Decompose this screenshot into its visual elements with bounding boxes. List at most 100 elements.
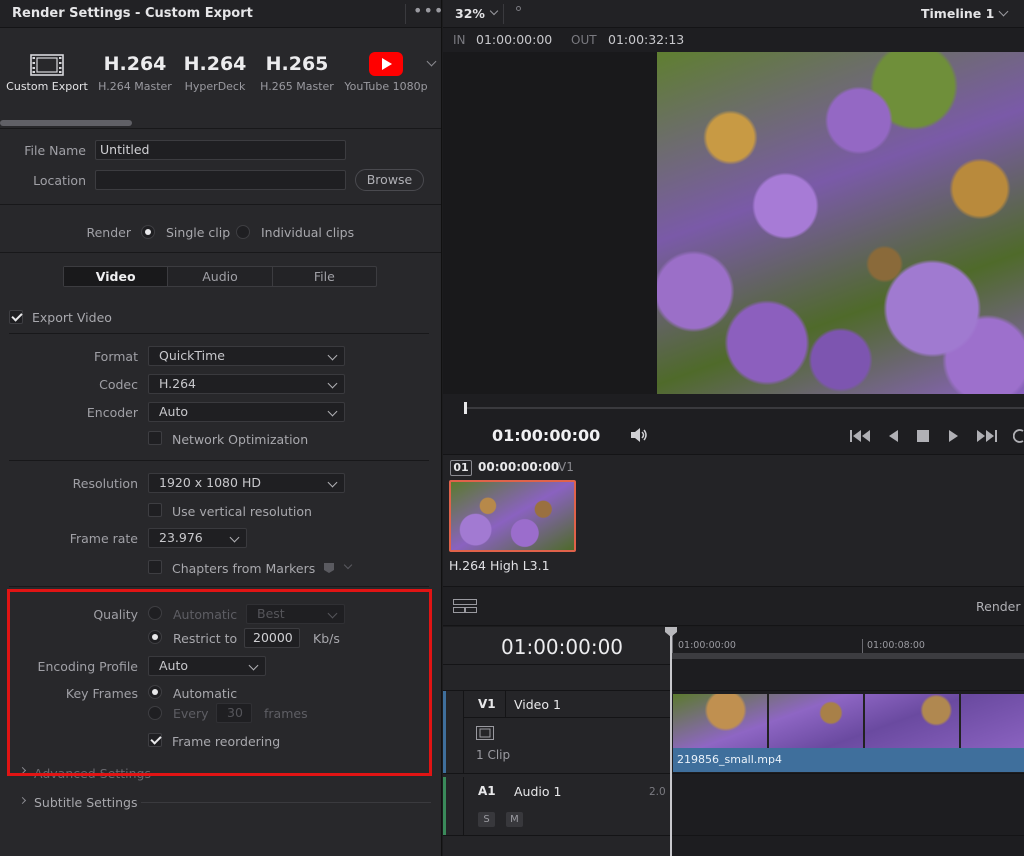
presets-more-chevron-icon[interactable] <box>426 56 437 67</box>
clip-thumbnail[interactable] <box>449 480 576 552</box>
chevron-right-icon[interactable] <box>18 796 27 805</box>
resolution-select[interactable]: 1920 x 1080 HD <box>148 473 345 493</box>
divider <box>672 690 1024 691</box>
chevron-down-icon[interactable] <box>489 6 499 16</box>
divider <box>505 691 506 717</box>
divider <box>464 717 671 718</box>
encoder-select[interactable]: Auto <box>148 402 345 422</box>
in-label: IN <box>453 33 466 47</box>
divider <box>463 691 464 773</box>
play-reverse-icon[interactable] <box>887 429 899 447</box>
chevron-down-icon <box>327 406 338 417</box>
tab-file[interactable]: File <box>273 267 376 286</box>
video-track-name[interactable]: Video 1 <box>514 697 561 712</box>
preset-label: HyperDeck <box>184 80 246 93</box>
header-separator <box>405 4 406 24</box>
solo-button[interactable]: S <box>478 812 495 827</box>
vertical-resolution-checkbox[interactable] <box>148 503 162 517</box>
audio-channels: 2.0 <box>649 786 666 798</box>
codec-select[interactable]: H.264 <box>148 374 345 394</box>
resolution-value: 1920 x 1080 HD <box>159 475 261 490</box>
video-clip-filename[interactable]: 219856_small.mp4 <box>673 748 1024 772</box>
play-icon[interactable] <box>948 429 960 447</box>
browse-button[interactable]: Browse <box>355 169 424 191</box>
scrubber-track[interactable] <box>467 407 1024 409</box>
video-track-color <box>443 691 446 773</box>
audio-track-color <box>443 777 446 835</box>
frame-rate-label: Frame rate <box>69 531 138 546</box>
loop-icon[interactable] <box>1012 428 1024 448</box>
chevron-down-icon[interactable] <box>998 6 1009 17</box>
scrubber-bar[interactable] <box>443 394 1024 422</box>
location-input[interactable] <box>95 170 346 190</box>
marker-icon[interactable] <box>324 563 334 573</box>
volume-icon[interactable] <box>629 427 649 447</box>
preset-title: H.265 <box>265 53 329 75</box>
render-mode-label: Render <box>86 225 131 240</box>
file-name-input[interactable]: Untitled <box>95 140 346 160</box>
preset-h265-master[interactable]: H.265 H.265 Master <box>258 50 336 93</box>
preset-label: YouTube 1080p <box>344 80 428 93</box>
chevron-down-icon <box>327 477 338 488</box>
divider <box>0 204 441 205</box>
transport-controls: 01:00:00:00 <box>443 422 1024 454</box>
preset-custom-export[interactable]: Custom Export <box>4 50 90 93</box>
timeline-view-icon[interactable] <box>453 599 477 616</box>
individual-clips-label: Individual clips <box>261 225 355 240</box>
chevron-down-icon[interactable] <box>343 560 353 570</box>
panel-header: Render Settings - Custom Export ••• <box>0 0 444 28</box>
playhead[interactable] <box>464 402 467 414</box>
individual-clips-radio[interactable] <box>236 225 250 239</box>
timeline-playhead-line[interactable] <box>670 636 672 856</box>
divider <box>463 777 464 835</box>
single-clip-label: Single clip <box>166 225 231 240</box>
video-track-id: V1 <box>478 697 496 711</box>
chevron-down-icon <box>229 532 240 543</box>
subtitle-settings-toggle[interactable]: Subtitle Settings <box>34 795 137 810</box>
preset-hyperdeck[interactable]: H.264 HyperDeck <box>180 50 250 93</box>
audio-track-name[interactable]: Audio 1 <box>514 784 561 799</box>
presets-scrollbar[interactable] <box>0 120 132 126</box>
tab-video[interactable]: Video <box>64 267 169 286</box>
viewer-option-icon[interactable] <box>516 6 521 11</box>
divider <box>443 773 671 774</box>
network-optimization-label: Network Optimization <box>172 432 309 447</box>
film-strip-icon <box>476 726 494 743</box>
youtube-icon <box>344 50 428 78</box>
render-settings-panel: Render Settings - Custom Export ••• Cust… <box>0 0 444 856</box>
location-label: Location <box>33 173 86 188</box>
timeline-name[interactable]: Timeline 1 <box>921 6 994 21</box>
preset-youtube-1080p[interactable]: YouTube 1080p <box>344 50 428 93</box>
ruler-bar[interactable] <box>672 653 1024 659</box>
network-optimization-checkbox[interactable] <box>148 431 162 445</box>
in-out-bar: IN 01:00:00:00 OUT 01:00:32:13 <box>443 28 1024 52</box>
format-select[interactable]: QuickTime <box>148 346 345 366</box>
jump-to-start-icon[interactable] <box>849 429 871 447</box>
video-clip-thumbnails[interactable] <box>673 694 1024 748</box>
more-options-icon[interactable]: ••• <box>413 1 444 20</box>
zoom-level[interactable]: 32% <box>455 6 485 21</box>
chevron-down-icon <box>327 350 338 361</box>
ruler-label: 01:00:00:00 <box>678 640 736 651</box>
single-clip-radio[interactable] <box>141 225 155 239</box>
out-label: OUT <box>571 33 597 47</box>
tab-audio[interactable]: Audio <box>168 267 273 286</box>
viewer-timecode: 01:00:00:00 <box>492 426 601 445</box>
chapters-checkbox[interactable] <box>148 560 162 574</box>
in-timecode: 01:00:00:00 <box>476 32 553 47</box>
divider <box>9 586 429 587</box>
preset-h264-master[interactable]: H.264 H.264 Master <box>96 50 174 93</box>
resolution-label: Resolution <box>72 476 138 491</box>
stop-icon[interactable] <box>917 430 929 446</box>
jump-to-end-icon[interactable] <box>976 429 998 447</box>
divider <box>443 664 671 665</box>
render-label[interactable]: Render <box>976 599 1021 614</box>
codec-label: Codec <box>99 377 138 392</box>
clip-index-badge: 01 <box>450 460 472 476</box>
mute-button[interactable]: M <box>506 812 523 827</box>
ruler-label: 01:00:08:00 <box>867 640 925 651</box>
divider <box>672 773 1024 774</box>
frame-rate-select[interactable]: 23.976 <box>148 528 247 548</box>
audio-track-id: A1 <box>478 784 496 798</box>
export-video-checkbox[interactable] <box>9 310 23 324</box>
